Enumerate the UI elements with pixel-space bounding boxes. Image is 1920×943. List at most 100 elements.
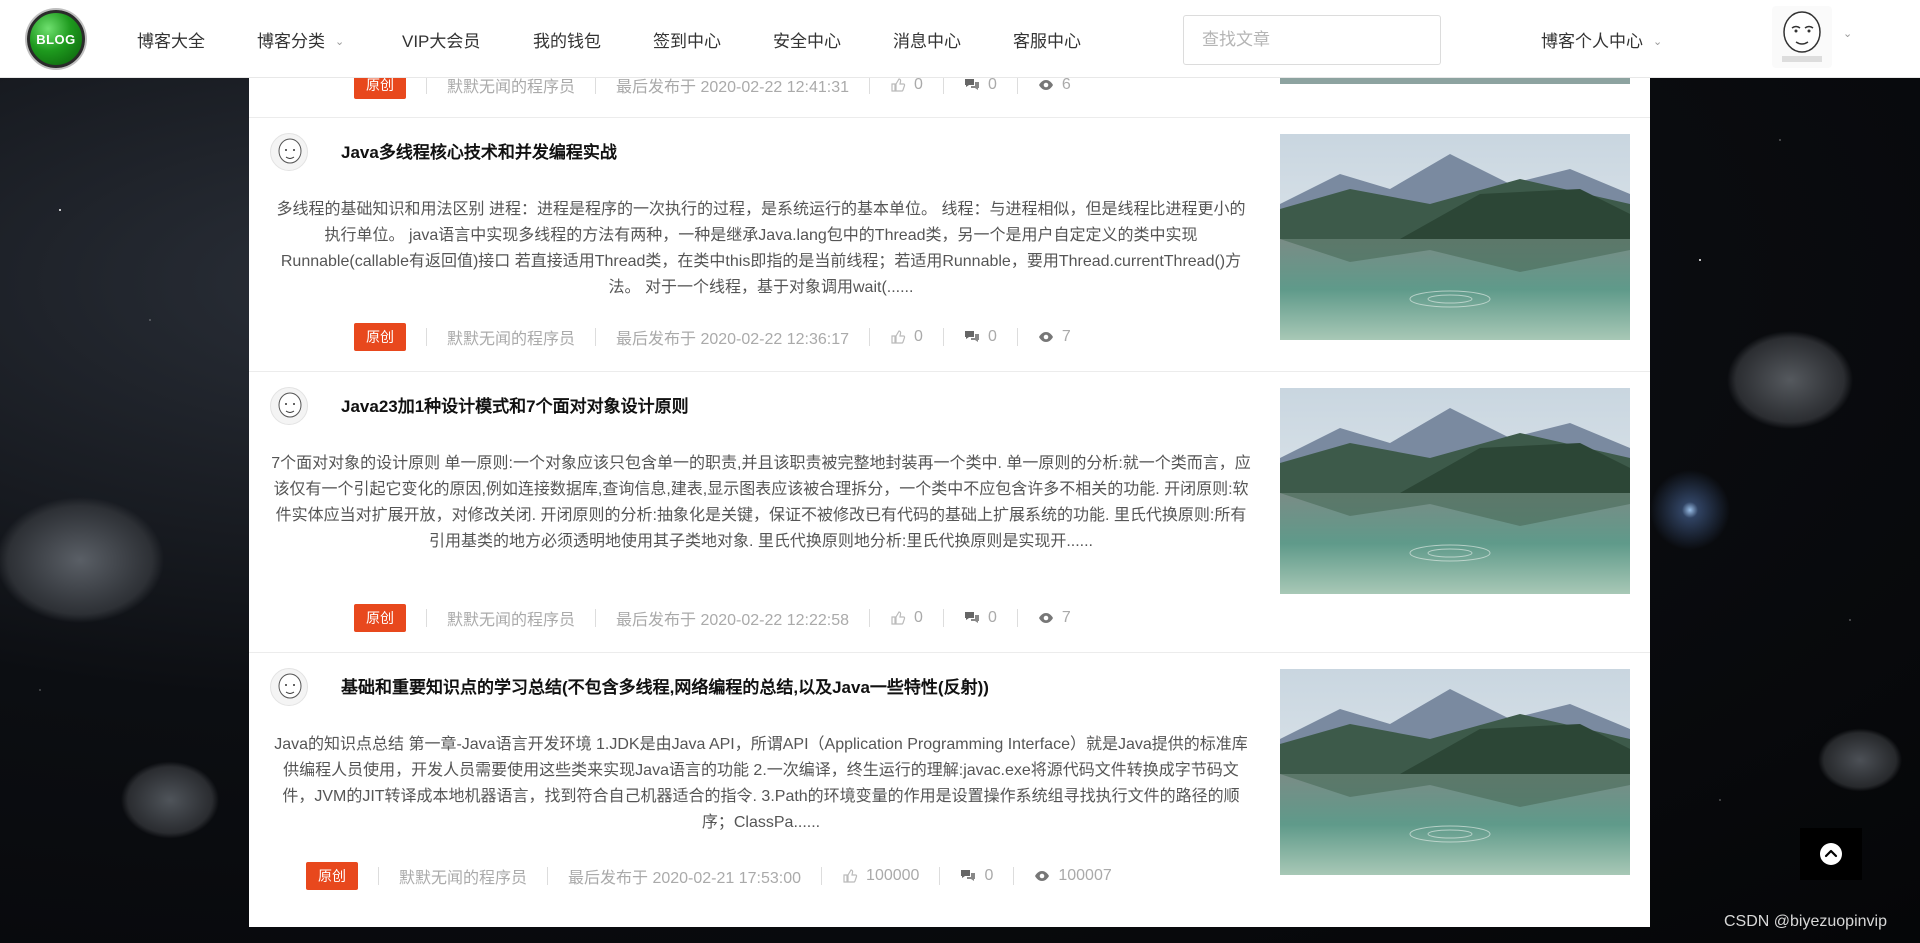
divider (942, 76, 944, 94)
like-count[interactable]: 0 (890, 609, 923, 627)
author-avatar[interactable] (270, 133, 308, 171)
search-input[interactable] (1183, 15, 1441, 65)
comment-count-value: 0 (987, 328, 997, 345)
nav-item-vip[interactable]: VIP大会员 (402, 27, 480, 52)
comment-icon (964, 331, 979, 342)
comment-icon (964, 612, 979, 623)
like-count[interactable]: 0 (890, 76, 923, 94)
article-excerpt: 多线程的基础知识和用法区别 进程：进程是程序的一次执行的过程，是系统运行的基本单… (276, 201, 1246, 296)
divider (939, 867, 941, 885)
view-count-value: 7 (1061, 328, 1071, 345)
comment-icon (961, 870, 976, 881)
comment-count-value: 0 (987, 76, 997, 93)
divider (426, 76, 427, 94)
view-count: 100007 (1034, 867, 1112, 885)
view-count: 6 (1038, 76, 1071, 94)
divider (595, 328, 597, 346)
author-name[interactable]: 默默无闻的程序员 (447, 606, 575, 630)
view-count: 7 (1038, 609, 1071, 627)
article-meta: 原创 默默无闻的程序员 最后发布于 2020-02-22 12:36:17 0 … (354, 323, 1071, 351)
divider (942, 609, 944, 627)
comment-count[interactable]: 0 (964, 328, 997, 346)
divider (1013, 867, 1015, 885)
like-count[interactable]: 0 (890, 328, 923, 346)
article-thumbnail[interactable] (1280, 388, 1630, 594)
article-thumbnail[interactable] (1280, 669, 1630, 875)
nav-item-messages[interactable]: 消息中心 (893, 27, 961, 52)
article-title[interactable]: Java23加1种设计模式和7个面对对象设计原则 (341, 392, 689, 417)
divider (426, 609, 427, 627)
divider (595, 76, 597, 94)
publish-time: 最后发布于 2020-02-22 12:22:58 (616, 612, 850, 629)
nav-item-label: 博客分类 (257, 32, 325, 51)
landscape-image (1280, 134, 1630, 340)
author-name[interactable]: 默默无闻的程序员 (399, 864, 527, 888)
nav-item-security[interactable]: 安全中心 (773, 27, 841, 52)
divider (869, 76, 871, 94)
comment-count-value: 0 (987, 609, 997, 626)
divider (378, 867, 379, 885)
article-item[interactable]: Java多线程核心技术和并发编程实战 多线程的基础知识和用法区别 进程：进程是程… (249, 118, 1650, 372)
csdn-watermark: CSDN @biyezuopinvip (1724, 913, 1887, 930)
nav-item-wallet[interactable]: 我的钱包 (533, 27, 601, 52)
view-icon (1038, 332, 1053, 342)
article-item[interactable]: Java23加1种设计模式和7个面对对象设计原则 7个面对对象的设计原则 单一原… (249, 372, 1650, 653)
logo-text: BLOG (36, 31, 76, 47)
article-thumbnail[interactable] (1280, 134, 1630, 340)
like-icon (891, 611, 906, 625)
comment-icon (964, 79, 979, 90)
divider (821, 867, 823, 885)
original-badge: 原创 (306, 862, 358, 890)
nav-item-checkin[interactable]: 签到中心 (653, 27, 721, 52)
author-avatar[interactable] (270, 387, 308, 425)
arrow-up-icon (1820, 843, 1842, 865)
view-count: 7 (1038, 328, 1071, 346)
article-item[interactable]: 基础和重要知识点的学习总结(不包含多线程,网络编程的总结,以及Java一些特性(… (249, 653, 1650, 927)
like-count-value: 100000 (866, 867, 920, 884)
blog-logo[interactable]: BLOG (27, 10, 85, 68)
divider (426, 328, 427, 346)
divider (547, 867, 549, 885)
article-excerpt: 7个面对对象的设计原则 单一原则:一个对象应该只包含单一的职责,并且该职责被完整… (271, 455, 1251, 550)
author-name[interactable]: 默默无闻的程序员 (447, 325, 575, 349)
article-title[interactable]: Java多线程核心技术和并发编程实战 (341, 138, 617, 163)
comment-count[interactable]: 0 (960, 867, 993, 885)
top-navigation: BLOG 博客大全 博客分类 ⌄ VIP大会员 我的钱包 签到中心 安全中心 消息… (0, 0, 1920, 78)
article-title[interactable]: 基础和重要知识点的学习总结(不包含多线程,网络编程的总结,以及Java一些特性(… (341, 673, 989, 698)
divider (1016, 328, 1018, 346)
like-icon (891, 330, 906, 344)
divider (869, 609, 871, 627)
like-count-value: 0 (914, 76, 923, 93)
avatar-face-icon (278, 673, 302, 699)
nav-item-blog-categories[interactable]: 博客分类 ⌄ (257, 27, 344, 52)
publish-time: 最后发布于 2020-02-21 17:53:00 (568, 870, 802, 887)
avatar-face-icon (278, 392, 302, 418)
back-to-top-button[interactable] (1800, 828, 1862, 880)
like-icon (843, 869, 858, 883)
user-avatar[interactable] (1772, 6, 1832, 68)
nav-item-personal-center[interactable]: 博客个人中心 ⌄ (1541, 27, 1662, 52)
divider (595, 609, 597, 627)
article-meta: 原创 默默无闻的程序员 最后发布于 2020-02-22 12:22:58 0 … (354, 604, 1071, 632)
original-badge: 原创 (354, 323, 406, 351)
comment-count-value: 0 (984, 867, 994, 884)
author-avatar[interactable] (270, 668, 308, 706)
chevron-down-icon[interactable]: ⌄ (1843, 24, 1852, 44)
comment-count[interactable]: 0 (964, 76, 997, 94)
view-icon (1038, 80, 1053, 90)
view-count-value: 7 (1061, 609, 1071, 626)
nav-item-support[interactable]: 客服中心 (1013, 27, 1081, 52)
divider (942, 328, 944, 346)
article-list-panel: 原创 默默无闻的程序员 最后发布于 2020-02-22 12:41:31 0 … (249, 54, 1650, 927)
like-count[interactable]: 100000 (842, 867, 919, 885)
landscape-image (1280, 388, 1630, 594)
publish-time: 最后发布于 2020-02-22 12:36:17 (616, 331, 850, 348)
divider (1016, 76, 1018, 94)
like-count-value: 0 (914, 609, 923, 626)
nav-item-blog-all[interactable]: 博客大全 (137, 27, 205, 52)
chevron-down-icon: ⌄ (335, 36, 345, 48)
article-meta: 原创 默默无闻的程序员 最后发布于 2020-02-21 17:53:00 10… (306, 862, 1112, 890)
avatar-face-icon (1782, 11, 1822, 62)
comment-count[interactable]: 0 (964, 609, 997, 627)
view-count-value: 100007 (1058, 867, 1112, 884)
